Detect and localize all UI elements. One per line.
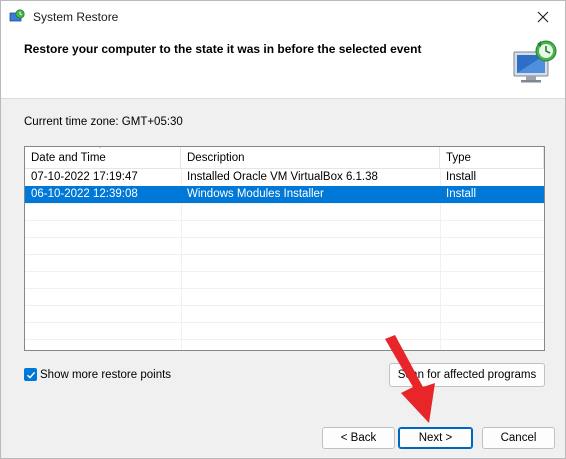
wizard-body: Current time zone: GMT+05:30 Date and Ti… [1,99,565,410]
timezone-label: Current time zone: GMT+05:30 [24,116,183,128]
row-description: Installed Oracle VM VirtualBox 6.1.38 [187,171,378,183]
sort-descending-icon [99,147,101,148]
column-description-label: Description [187,152,245,164]
cancel-button[interactable]: Cancel [482,427,555,449]
grid-line [25,271,544,272]
wizard-footer: < Back Next > Cancel [1,410,565,458]
column-date-and-time[interactable]: Date and Time [25,147,181,169]
row-type: Install [446,171,477,183]
column-date-and-time-label: Date and Time [31,152,106,164]
show-more-checkbox[interactable] [24,368,37,381]
grid-line [25,254,544,255]
restore-monitor-icon [513,40,557,83]
row-date: 06-10-2022 12:39:08 [31,188,138,200]
row-date: 07-10-2022 17:19:47 [31,171,138,183]
table-row[interactable]: 07-10-2022 17:19:47 Installed Oracle VM … [25,169,544,186]
close-button[interactable] [521,1,565,33]
scan-affected-programs-button[interactable]: Scan for affected programs [389,363,545,387]
grid-line [25,339,544,340]
grid-line [25,305,544,306]
row-description: Windows Modules Installer [187,188,324,200]
system-restore-window: System Restore Restore your computer to … [0,0,566,459]
close-icon [537,11,549,23]
column-type[interactable]: Type [440,147,544,169]
table-row-selected[interactable]: 06-10-2022 12:39:08 Windows Modules Inst… [25,186,544,203]
system-restore-icon [9,9,25,22]
column-description[interactable]: Description [181,147,440,169]
show-more-label: Show more restore points [40,368,172,381]
grid-line [25,322,544,323]
restore-points-list[interactable]: Date and Time Description Type 07-10-202… [24,146,545,351]
grid-line [25,237,544,238]
grid-line [25,203,544,204]
list-header: Date and Time Description Type [25,147,544,169]
wizard-header: Restore your computer to the state it wa… [1,33,565,99]
grid-line [25,220,544,221]
checkmark-icon [26,371,35,379]
next-button[interactable]: Next > [398,427,473,449]
grid-line [544,169,545,350]
column-type-label: Type [446,152,471,164]
window-title: System Restore [33,10,119,24]
row-type: Install [446,188,477,200]
grid-line [25,288,544,289]
page-title: Restore your computer to the state it wa… [24,42,422,56]
show-more-restore-points[interactable]: Show more restore points [24,368,171,381]
title-bar[interactable]: System Restore [1,1,565,33]
back-button[interactable]: < Back [322,427,395,449]
